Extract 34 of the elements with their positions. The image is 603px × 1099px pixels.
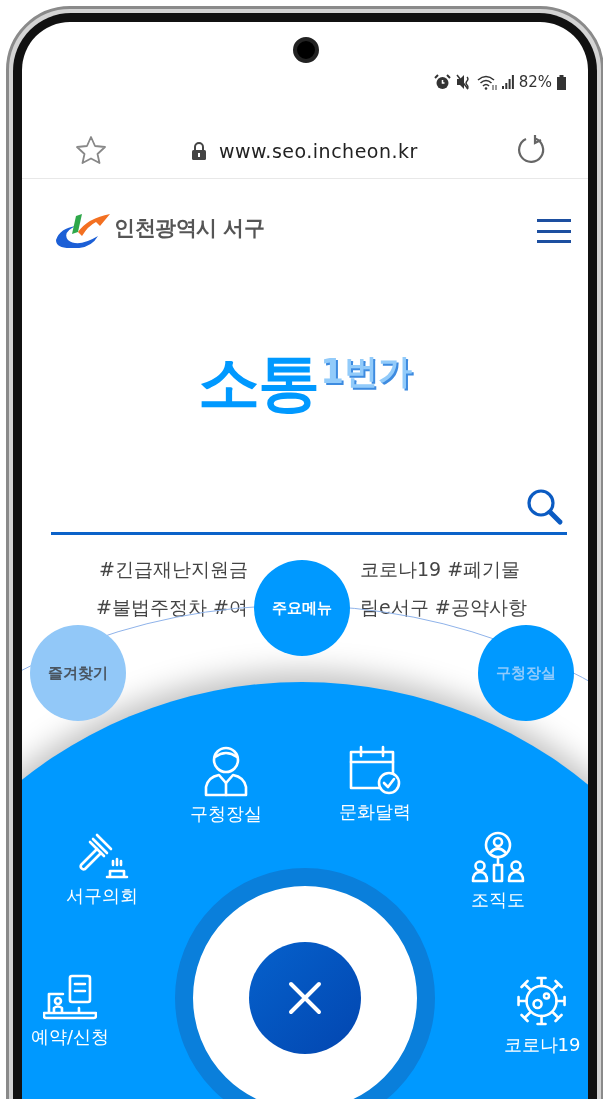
alarm-icon <box>433 74 451 90</box>
banner-title: 소통 <box>198 352 319 414</box>
hashtag-link[interactable]: 림e서구 #공약사항 <box>360 593 527 622</box>
district-name[interactable]: 인천광역시 서구 <box>114 213 265 245</box>
menu-tab-button[interactable]: 구청장실 <box>478 625 574 721</box>
lock-icon <box>192 142 206 161</box>
close-icon <box>288 981 322 1015</box>
person-icon <box>202 745 250 797</box>
menu-item[interactable]: 코로나19 <box>503 974 581 1057</box>
menu-item[interactable]: 서구의회 <box>66 831 138 908</box>
wifi-icon <box>476 74 497 90</box>
menu-item[interactable]: 예약/신청 <box>30 974 110 1049</box>
signal-icon <box>501 75 514 89</box>
search-icon[interactable] <box>525 487 565 527</box>
menu-item[interactable]: 문화달력 <box>339 745 411 824</box>
menu-item[interactable]: 조직도 <box>471 831 525 912</box>
battery-percentage: 82% <box>518 74 552 90</box>
bookmark-star-button[interactable] <box>74 133 108 167</box>
hashtag-link[interactable]: #긴급재난지원금 <box>99 555 248 584</box>
hashtag-link[interactable]: #불법주정차 #여 <box>96 593 248 622</box>
calendar-check-icon <box>349 745 401 795</box>
battery-icon <box>557 74 566 90</box>
org-chart-icon <box>471 831 525 883</box>
camera-icon <box>293 37 319 63</box>
virus-icon <box>515 974 569 1028</box>
menu-tab-button[interactable]: 즐겨찾기 <box>30 625 126 721</box>
banner-subtitle: 1번가 <box>320 354 412 388</box>
laptop-form-icon <box>43 974 97 1020</box>
menu-item[interactable]: 구청장실 <box>190 745 262 826</box>
menu-button[interactable] <box>537 217 571 245</box>
url-text[interactable]: www.seo.incheon.kr <box>219 137 418 166</box>
menu-tab-button[interactable]: 주요메뉴 <box>254 560 350 656</box>
mute-icon <box>455 74 472 90</box>
hashtag-link[interactable]: 코로나19 #폐기물 <box>360 555 521 584</box>
